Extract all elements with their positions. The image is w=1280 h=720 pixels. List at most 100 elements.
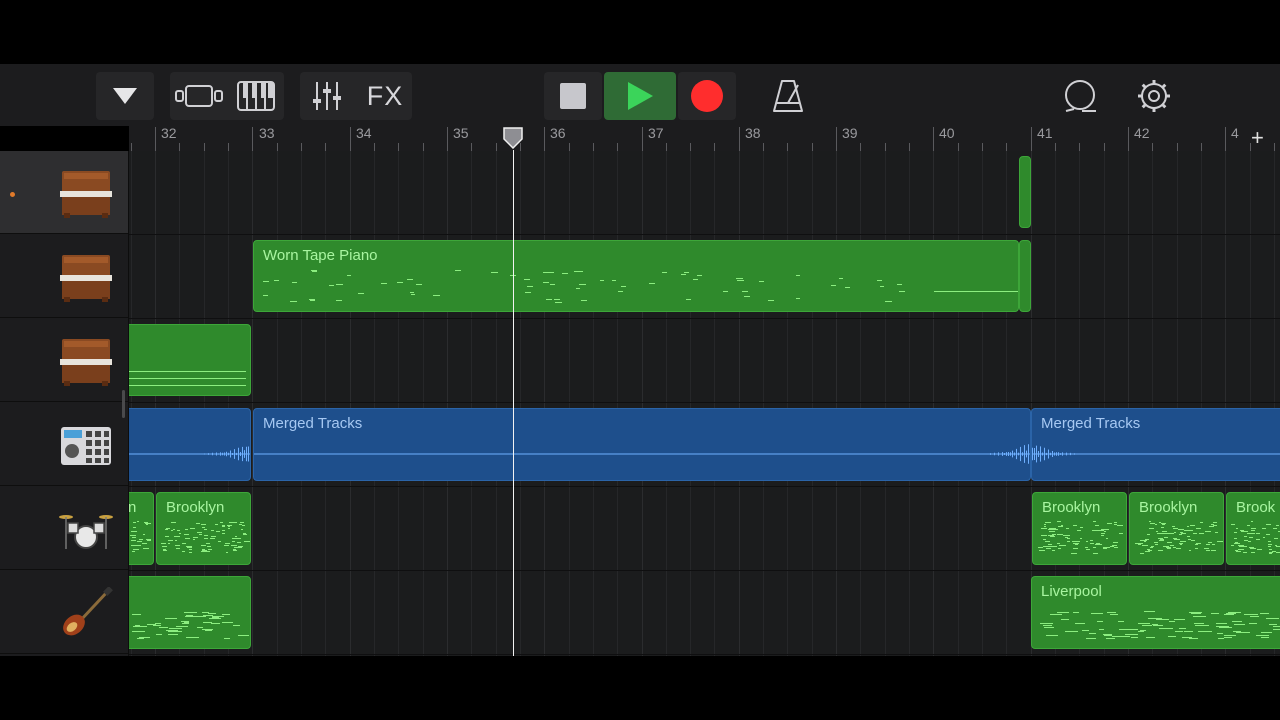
midi-note [1138,544,1141,545]
midi-note [1058,548,1061,549]
midi-note [189,549,192,550]
midi-note [1061,619,1069,620]
midi-region[interactable] [129,576,251,649]
midi-note [204,535,208,536]
gear-icon [1138,80,1170,112]
region-title: n [129,499,136,516]
midi-note [1067,538,1070,539]
midi-note [1101,530,1104,531]
bar-number: 35 [453,126,469,141]
ruler-tick [204,143,205,151]
midi-note [182,551,185,552]
playhead-handle[interactable] [502,127,524,149]
drummer-region[interactable]: Brooklyn [156,492,251,565]
drummer-region[interactable]: Brooklyn [1032,492,1127,565]
browser-dropdown-button[interactable] [96,72,154,120]
midi-note [329,285,334,286]
midi-note [1148,550,1152,551]
midi-note [1098,544,1102,545]
midi-note [1213,522,1217,523]
midi-region[interactable]: Worn Tape Piano [253,240,1019,312]
view-toggle-group [170,72,284,120]
midi-note [1050,614,1062,615]
midi-note [554,299,560,300]
midi-note [212,616,224,617]
midi-note [197,532,202,533]
timeline-ruler[interactable]: 32 33 34 35 36 37 38 39 40 41 42 4 [129,126,1280,151]
midi-note [1041,623,1048,624]
midi-note [1184,631,1193,632]
midi-note [1191,540,1195,541]
settings-button[interactable] [1126,72,1182,120]
keyboard-view-button[interactable] [228,72,284,120]
audio-region[interactable]: Merged Tracks [1031,408,1280,481]
ruler-tick [1006,143,1007,151]
metronome-button[interactable] [760,72,816,120]
midi-note [173,529,175,530]
track-header-6[interactable] [0,571,128,654]
midi-note [1086,541,1088,542]
midi-note [1189,638,1198,639]
midi-region[interactable] [1019,156,1031,228]
add-section-button[interactable]: + [1251,127,1264,149]
track-header-2[interactable] [0,235,128,318]
tracks-arrange-area[interactable]: Worn Tape Piano Merged Tracks Merged Tra… [129,151,1280,656]
midi-note [189,552,192,553]
bar-number: 36 [550,126,566,141]
midi-note [1250,548,1256,549]
midi-note [1138,631,1144,632]
midi-note [201,545,206,546]
track-header-5[interactable] [0,487,128,570]
audio-region[interactable]: Merged Tracks [253,408,1031,481]
midi-note [1061,545,1066,546]
midi-note [184,612,197,613]
midi-note [900,291,904,292]
track-list-scrollbar[interactable] [122,390,125,418]
midi-note [142,543,147,544]
ruler-tick [642,127,643,151]
midi-region[interactable]: Liverpool [1031,576,1280,649]
midi-note [1175,631,1183,632]
audio-region[interactable] [129,408,251,481]
ruler-tick [617,143,618,151]
midi-note [1122,629,1131,630]
ruler-tick [982,143,983,151]
midi-note [1052,546,1057,547]
track-header-3[interactable] [0,319,128,402]
midi-note [1242,546,1247,547]
midi-note [215,524,218,525]
track-header-1[interactable] [0,151,128,234]
midi-note [1189,550,1191,551]
record-button[interactable] [678,72,736,120]
midi-note [165,536,169,537]
midi-note [1118,621,1124,622]
midi-note [1089,633,1096,634]
track-header-4[interactable] [0,403,128,486]
midi-note [216,531,220,532]
midi-note [1173,538,1177,539]
ruler-tick [423,143,424,151]
midi-note [1243,552,1247,553]
drummer-region[interactable]: Brooklyn [1129,492,1224,565]
stop-button[interactable] [544,72,602,120]
midi-note [1110,614,1118,615]
midi-note [1234,543,1240,544]
midi-note [207,546,211,547]
midi-note [897,284,902,285]
drummer-region[interactable]: Brook [1226,492,1280,565]
midi-note [310,300,315,301]
midi-region[interactable] [129,324,251,396]
tracks-view-button[interactable] [170,72,227,120]
drummer-region[interactable]: n [129,492,154,565]
mixer-button[interactable] [300,72,354,120]
midi-note [222,526,225,527]
midi-region[interactable] [1019,240,1031,312]
midi-note [1164,537,1168,538]
midi-note [877,280,882,281]
midi-note [1044,526,1046,527]
midi-note [1174,539,1180,540]
loop-browser-button[interactable] [1052,72,1108,120]
fx-button[interactable]: FX [358,72,412,120]
midi-note [600,280,604,281]
play-button[interactable] [604,72,676,120]
